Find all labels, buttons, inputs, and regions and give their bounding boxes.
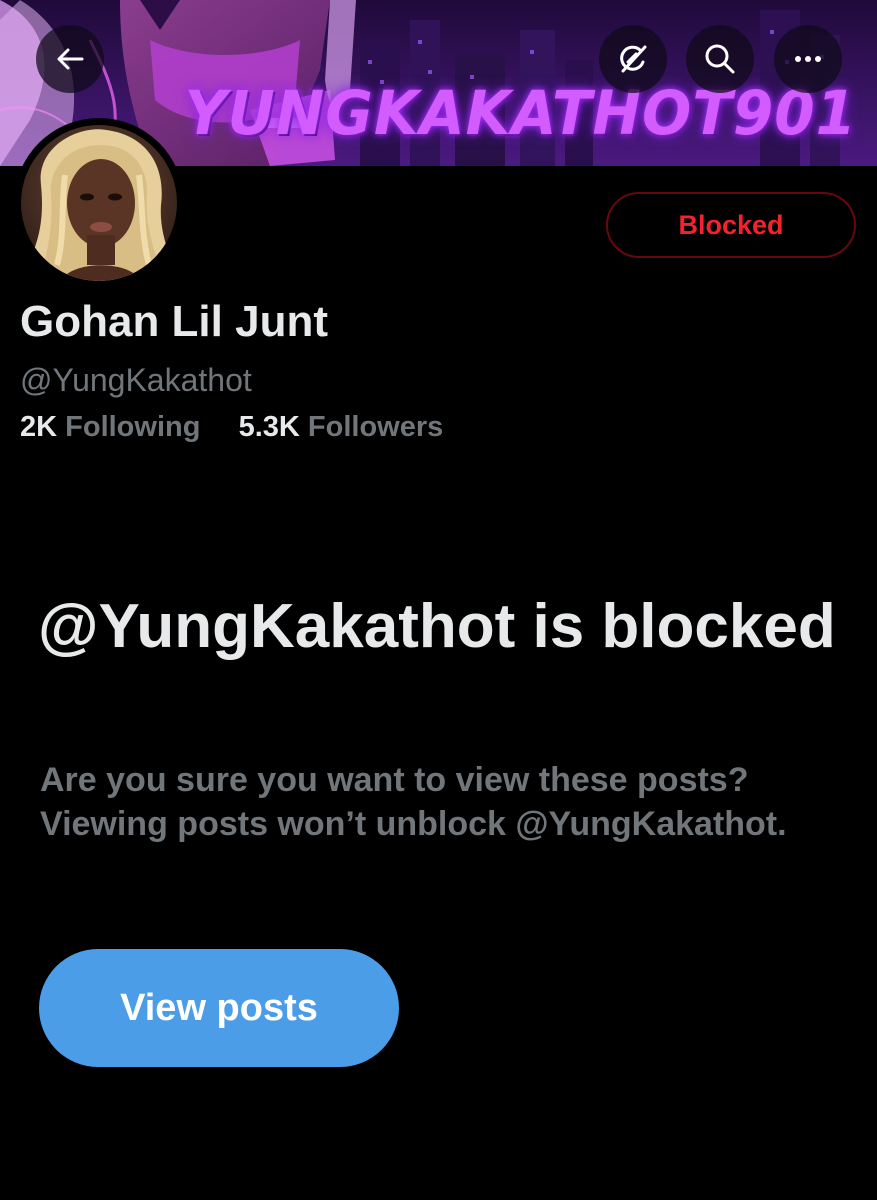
view-posts-button[interactable]: View posts bbox=[39, 949, 399, 1067]
banner-title-text: YUNGKAKATHOT901 bbox=[184, 77, 857, 149]
profile-stats: 2K Following 5.3K Followers bbox=[20, 409, 443, 445]
search-icon bbox=[705, 44, 735, 74]
more-options-button[interactable] bbox=[774, 25, 842, 93]
blocked-notice-title: @YungKakathot is blocked bbox=[38, 592, 836, 661]
arrow-left-icon bbox=[57, 48, 84, 70]
grok-icon bbox=[620, 45, 647, 73]
following-label: Following bbox=[65, 411, 201, 443]
followers-label: Followers bbox=[307, 411, 444, 443]
blocked-notice-body: Are you sure you want to view these post… bbox=[40, 761, 787, 843]
grok-button[interactable] bbox=[599, 25, 667, 93]
avatar-photo bbox=[21, 125, 177, 281]
more-horizontal-icon bbox=[795, 56, 821, 62]
following-count: 2K bbox=[20, 411, 58, 443]
followers-link[interactable]: 5.3K Followers bbox=[231, 411, 444, 443]
search-button[interactable] bbox=[686, 25, 754, 93]
followers-count: 5.3K bbox=[238, 411, 300, 443]
blocked-button[interactable]: Blocked bbox=[606, 192, 856, 258]
profile-handle: @YungKakathot bbox=[20, 362, 252, 398]
profile-avatar[interactable] bbox=[14, 118, 184, 288]
profile-display-name: Gohan Lil Junt bbox=[20, 297, 328, 346]
back-button[interactable] bbox=[36, 25, 104, 93]
following-link[interactable]: 2K Following bbox=[20, 411, 209, 443]
